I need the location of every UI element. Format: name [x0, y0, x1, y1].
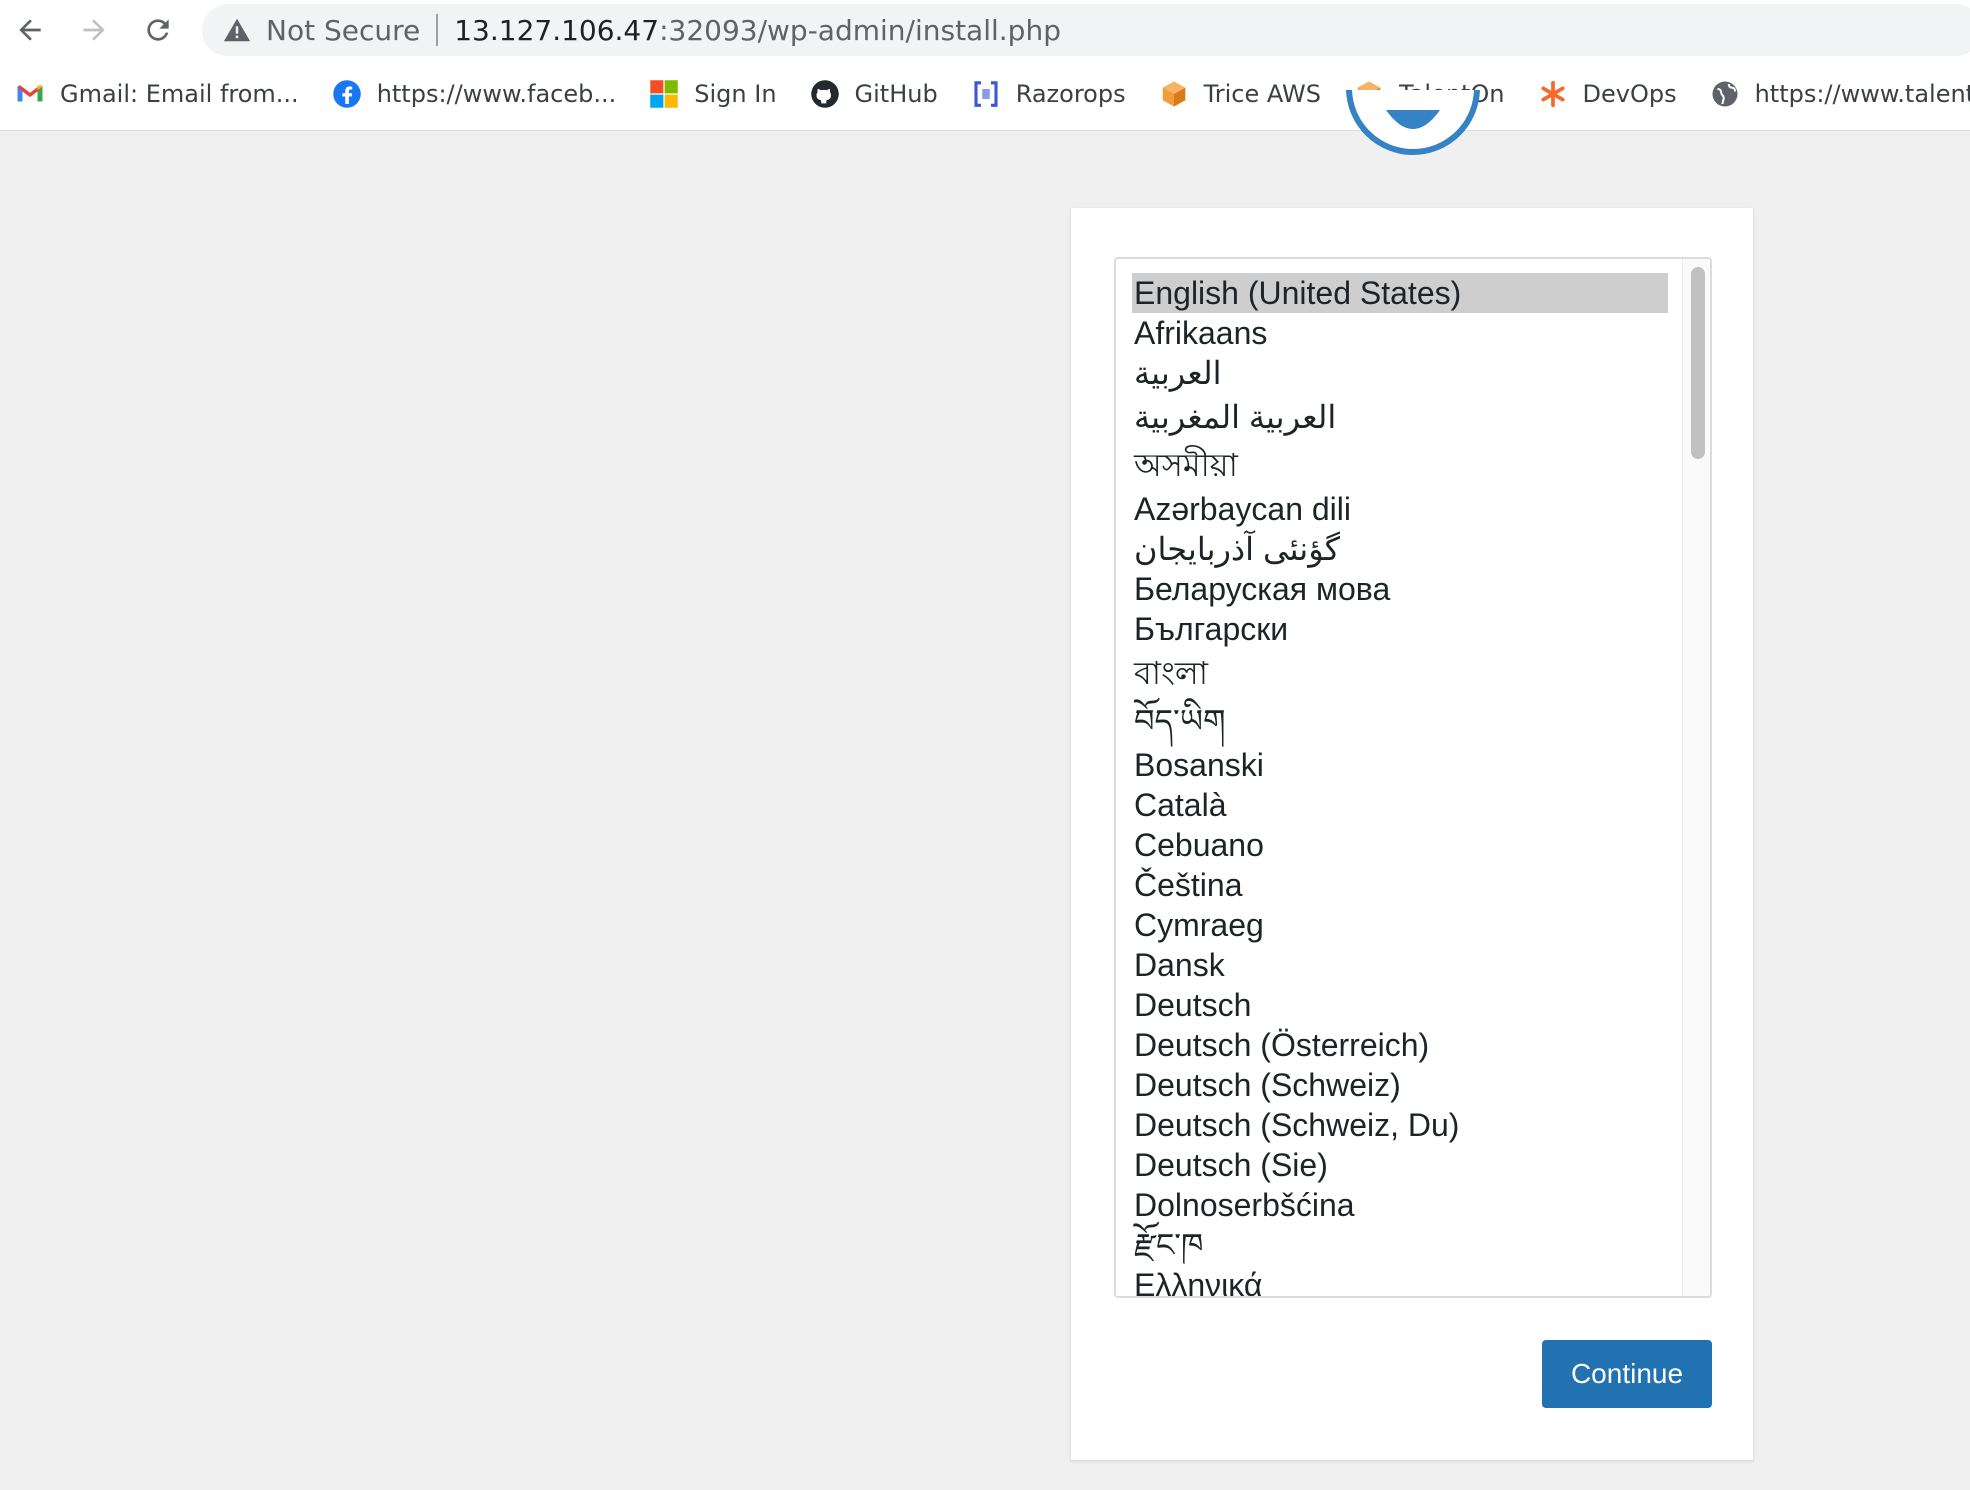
reload-icon	[147, 19, 169, 41]
language-option[interactable]: Deutsch (Österreich)	[1132, 1025, 1668, 1065]
language-list[interactable]: English (United States) Afrikaans العربي…	[1114, 257, 1712, 1298]
bookmark-devops[interactable]: DevOps	[1537, 78, 1677, 110]
language-option[interactable]: Deutsch (Schweiz)	[1132, 1065, 1668, 1105]
language-option-selected[interactable]: English (United States)	[1132, 273, 1668, 313]
language-list-scrollbar[interactable]	[1682, 259, 1710, 1296]
bookmark-label: https://www.faceb...	[376, 80, 617, 108]
forward-arrow-icon	[83, 19, 105, 41]
bookmark-trice-aws[interactable]: Trice AWS	[1158, 78, 1321, 110]
url-path: :32093/wp-admin/install.php	[659, 13, 1061, 47]
language-option[interactable]: Deutsch	[1132, 985, 1668, 1025]
url-text[interactable]: 13.127.106.47:32093/wp-admin/install.php	[454, 14, 1061, 47]
back-button[interactable]	[8, 8, 52, 52]
language-option[interactable]: རྫོང་ཁ	[1132, 1225, 1668, 1265]
bookmark-razorops[interactable]: Razorops	[970, 78, 1126, 110]
continue-button[interactable]: Continue	[1542, 1340, 1712, 1408]
language-option[interactable]: Dolnoserbšćina	[1132, 1185, 1668, 1225]
language-option[interactable]: العربية المغربية	[1132, 393, 1668, 441]
language-option[interactable]: Български	[1132, 609, 1668, 649]
facebook-icon	[331, 78, 363, 110]
omnibox-divider	[436, 14, 439, 46]
asterisk-icon	[1537, 78, 1569, 110]
language-option[interactable]: বাংলা	[1132, 649, 1668, 697]
wordpress-logo	[1346, 90, 1480, 158]
gmail-icon	[14, 78, 46, 110]
not-secure-label[interactable]: Not Secure	[266, 14, 420, 47]
bookmarks-bar: Gmail: Email from... https://www.faceb..…	[0, 70, 1970, 118]
language-option[interactable]: Català	[1132, 785, 1668, 825]
bookmark-label: GitHub	[854, 80, 938, 108]
github-icon	[809, 78, 841, 110]
language-options: English (United States) Afrikaans العربي…	[1132, 273, 1668, 1296]
language-option[interactable]: Afrikaans	[1132, 313, 1668, 353]
forward-button[interactable]	[72, 8, 116, 52]
back-arrow-icon	[19, 19, 41, 41]
globe-icon	[1709, 78, 1741, 110]
bookmark-label: DevOps	[1582, 80, 1677, 108]
reload-button[interactable]	[136, 8, 180, 52]
microsoft-icon	[648, 78, 680, 110]
bookmark-label: Sign In	[694, 80, 777, 108]
bookmark-label: Trice AWS	[1203, 80, 1321, 108]
language-option[interactable]: অসমীয়া	[1132, 441, 1668, 489]
bookmark-gmail[interactable]: Gmail: Email from...	[14, 78, 299, 110]
language-option[interactable]: Azərbaycan dili	[1132, 489, 1668, 529]
language-option[interactable]: العربية	[1132, 353, 1668, 393]
language-option[interactable]: Čeština	[1132, 865, 1668, 905]
bookmark-facebook[interactable]: https://www.faceb...	[331, 78, 617, 110]
url-host: 13.127.106.47	[454, 13, 660, 47]
bookmark-sign-in[interactable]: Sign In	[648, 78, 777, 110]
language-option[interactable]: گؤنئی آذربایجان	[1132, 529, 1668, 569]
language-select-card: English (United States) Afrikaans العربي…	[1071, 208, 1753, 1460]
language-option[interactable]: བོད་ཡིག	[1132, 697, 1668, 745]
bookmark-label: https://www.talent...	[1754, 80, 1970, 108]
bookmark-label: Gmail: Email from...	[60, 80, 299, 108]
browser-chrome: Not Secure 13.127.106.47:32093/wp-admin/…	[0, 0, 1970, 131]
razorops-icon	[970, 78, 1002, 110]
language-option[interactable]: Dansk	[1132, 945, 1668, 985]
language-option[interactable]: Deutsch (Sie)	[1132, 1145, 1668, 1185]
language-option[interactable]: Cymraeg	[1132, 905, 1668, 945]
bookmark-github[interactable]: GitHub	[809, 78, 938, 110]
language-option[interactable]: Bosanski	[1132, 745, 1668, 785]
language-option[interactable]: Cebuano	[1132, 825, 1668, 865]
bookmark-label: Razorops	[1015, 80, 1126, 108]
language-option[interactable]: Ελληνικά	[1132, 1265, 1668, 1296]
address-bar[interactable]: Not Secure 13.127.106.47:32093/wp-admin/…	[202, 4, 1970, 56]
language-option[interactable]: Deutsch (Schweiz, Du)	[1132, 1105, 1668, 1145]
warning-icon	[223, 18, 251, 42]
aws-cube-icon	[1158, 78, 1190, 110]
bookmark-talent-url[interactable]: https://www.talent...	[1709, 78, 1970, 110]
language-option[interactable]: Беларуская мова	[1132, 569, 1668, 609]
scrollbar-thumb[interactable]	[1691, 267, 1705, 459]
